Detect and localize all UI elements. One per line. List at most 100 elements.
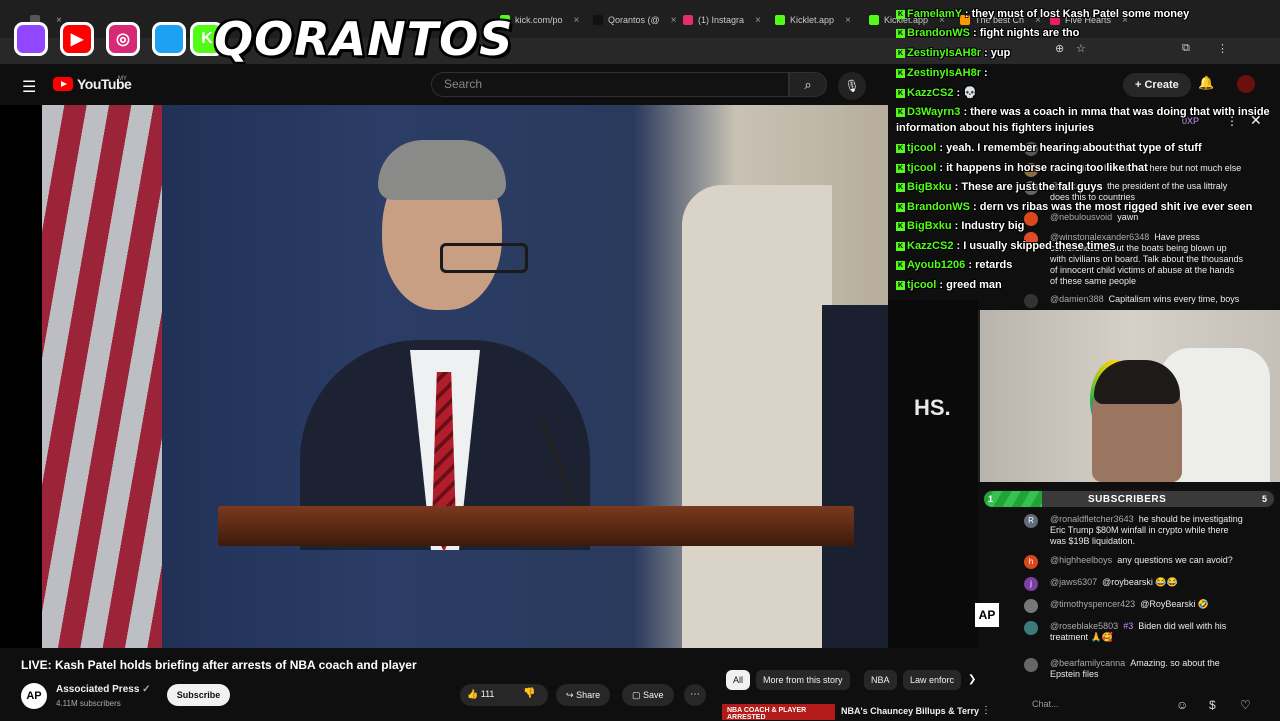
chat-username[interactable]: @timothyspencer423 [1050,599,1135,609]
search-button[interactable]: ⌕ [789,72,827,97]
tab-close-icon[interactable]: × [671,15,677,26]
microphone-icon: 🎙 [844,79,860,93]
overlay-chat-line: Ktjcool : greed man [896,279,1002,291]
overlay-chat-message: dern vs ribas was the most rigged shit i… [979,201,1253,213]
overlay-chat-line: K KazzCS2 : 💀 [896,86,977,99]
subscribe-button[interactable]: Subscribe [167,684,230,706]
tab-close-icon[interactable]: × [755,15,761,26]
chat-message-body: @ronaldfletcher3643 he should be investig… [1050,514,1244,547]
overlay-chat-user: tjcool [907,142,937,154]
goal-target: 5 [1262,494,1268,504]
tab-label: (1) Instagra [698,15,745,25]
chat-text: Capitalism wins every time, boys [1108,294,1240,304]
chat-avatar[interactable]: R [1024,514,1038,528]
overlay-chat-message: fight nights are tho [979,27,1080,39]
chat-message-body: @highheelboys any questions we can avoid? [1050,555,1244,566]
filter-chip[interactable]: NBA [864,670,897,690]
overlay-chat-line: K BrandonWS : fight nights are tho [896,27,1079,39]
search-input[interactable]: Search [431,72,789,97]
hamburger-menu-icon[interactable]: ☰ [22,77,36,97]
save-button[interactable]: ▢ Save [622,684,674,706]
chat-message-body: @damien388 Capitalism wins every time, bo… [1050,294,1244,305]
chat-message-body: @timothyspencer423 @RoyBearski 🤣 [1050,599,1244,610]
chat-message-body: @roseblake5803 #3 Biden did well with his … [1050,621,1244,643]
overlay-chat-user: Ayoub1206 [907,259,966,271]
chat-avatar[interactable] [1024,599,1038,613]
instagram-icon: ◎ [106,22,140,56]
save-label: Save [643,690,664,700]
overlay-chat-separator: : [960,106,971,118]
tab-close-icon[interactable]: × [845,15,851,26]
overlay-chat-user: tjcool [907,279,937,291]
chat-message-body: @jaws6307 @roybearski 😂😂 [1050,577,1244,588]
social-banner: ▶ ◎ K QORANTOS [8,8,512,66]
overlay-chat-message: greed man [946,279,1002,291]
channel-name[interactable]: Associated Press ✓ [56,684,151,695]
country-code: MY [118,76,127,82]
super-chat-icon[interactable]: $ [1209,698,1216,712]
tab-label: Qorantos (@ [608,15,660,25]
share-button[interactable]: ↪ Share [556,684,611,706]
overlay-chat-line: K KazzCS2 : I usually skipped these times [896,240,1115,252]
overlay-chat-separator: : [965,259,976,271]
overlay-chat-line: K BigBxku : Industry big [896,220,1024,232]
chevron-right-icon[interactable]: ❯ [968,674,976,685]
overlay-chat-user: tjcool [907,162,937,174]
chat-message: @timothyspencer423 @RoyBearski 🤣 [1024,599,1244,613]
browser-tab[interactable]: Qorantos (@ × [593,8,679,32]
dislike-button[interactable]: 👎 [523,688,535,699]
overlay-chat-line: K D3Wayrn3 : there was a coach in mma tha… [896,106,1270,118]
chat-username[interactable]: @highheelboys [1050,555,1112,565]
overlay-chat-separator: : [969,27,980,39]
subscriber-count: 4.11M subscribers [56,699,121,708]
chat-username[interactable]: @bearfamilycanna [1050,658,1125,668]
chat-avatar[interactable]: j [1024,577,1038,591]
chat-avatar[interactable] [1024,658,1038,672]
overlay-chat-line: K FamelamY : they must of lost Kash Patel… [896,8,1189,20]
browser-tab[interactable]: Kicklet.app × [775,8,863,32]
filter-chip[interactable]: Law enforc [903,670,962,690]
chat-text: @RoyBearski 🤣 [1140,599,1210,609]
chat-message: h @highheelboys any questions we can avoid… [1024,555,1244,569]
kick-badge-icon: K [896,144,905,153]
chat-avatar[interactable] [1024,621,1038,635]
channel-avatar[interactable]: AP [21,683,47,709]
kick-badge-icon: K [896,203,905,212]
overlay-chat-separator: : [936,279,947,291]
overlay-chat-separator: : [961,8,972,20]
kick-badge-icon: K [896,108,905,117]
filter-chip[interactable]: More from this story [756,670,850,690]
channel-name-text: Associated Press [56,684,140,695]
chat-username[interactable]: @damien388 [1050,294,1104,304]
chat-username[interactable]: @jaws6307 [1050,577,1097,587]
overlay-chat-message: yup [990,47,1011,59]
overlay-chat-separator: : [980,47,991,59]
chat-input[interactable]: Chat... [1024,694,1174,714]
recommended-thumbnail[interactable]: NBA COACH & PLAYER ARRESTED [722,704,835,721]
kick-badge-icon: K [896,281,905,290]
chat-username[interactable]: @roseblake5803 [1050,621,1118,631]
agency-flag [682,185,832,648]
voice-search-button[interactable]: 🎙 [838,72,866,100]
like-button[interactable]: 👍 111 [467,689,494,700]
overlay-chat-message: retards [975,259,1013,271]
goal-current: 1 [988,494,994,504]
chat-username[interactable]: @ronaldfletcher3643 [1050,514,1134,524]
chat-text: @roybearski 😂😂 [1102,577,1178,587]
recommended-title[interactable]: NBA's Chauncey Billups & Terry [841,706,979,716]
overlay-chat-user: BigBxku [907,220,952,232]
recommended-more-icon[interactable]: ⋮ [981,705,991,716]
heart-icon[interactable]: ♡ [1240,698,1251,712]
tab-close-icon[interactable]: × [574,15,580,26]
filter-chip[interactable]: All [726,670,751,690]
stream-chat-overlay: K FamelamY : they must of lost Kash Patel… [896,0,1280,291]
chat-avatar[interactable] [1024,294,1038,308]
youtube-icon: ▶ [60,22,94,56]
chat-message-body: @bearfamilycanna Amazing. so about the Ep… [1050,658,1244,680]
streamer-brand: QORANTOS [214,12,514,66]
more-actions-button[interactable]: ⋯ [684,684,706,706]
tab-label: Kicklet.app [790,15,835,25]
emoji-icon[interactable]: ☺ [1176,698,1188,712]
chat-avatar[interactable]: h [1024,555,1038,569]
browser-tab[interactable]: (1) Instagra × [683,8,769,32]
